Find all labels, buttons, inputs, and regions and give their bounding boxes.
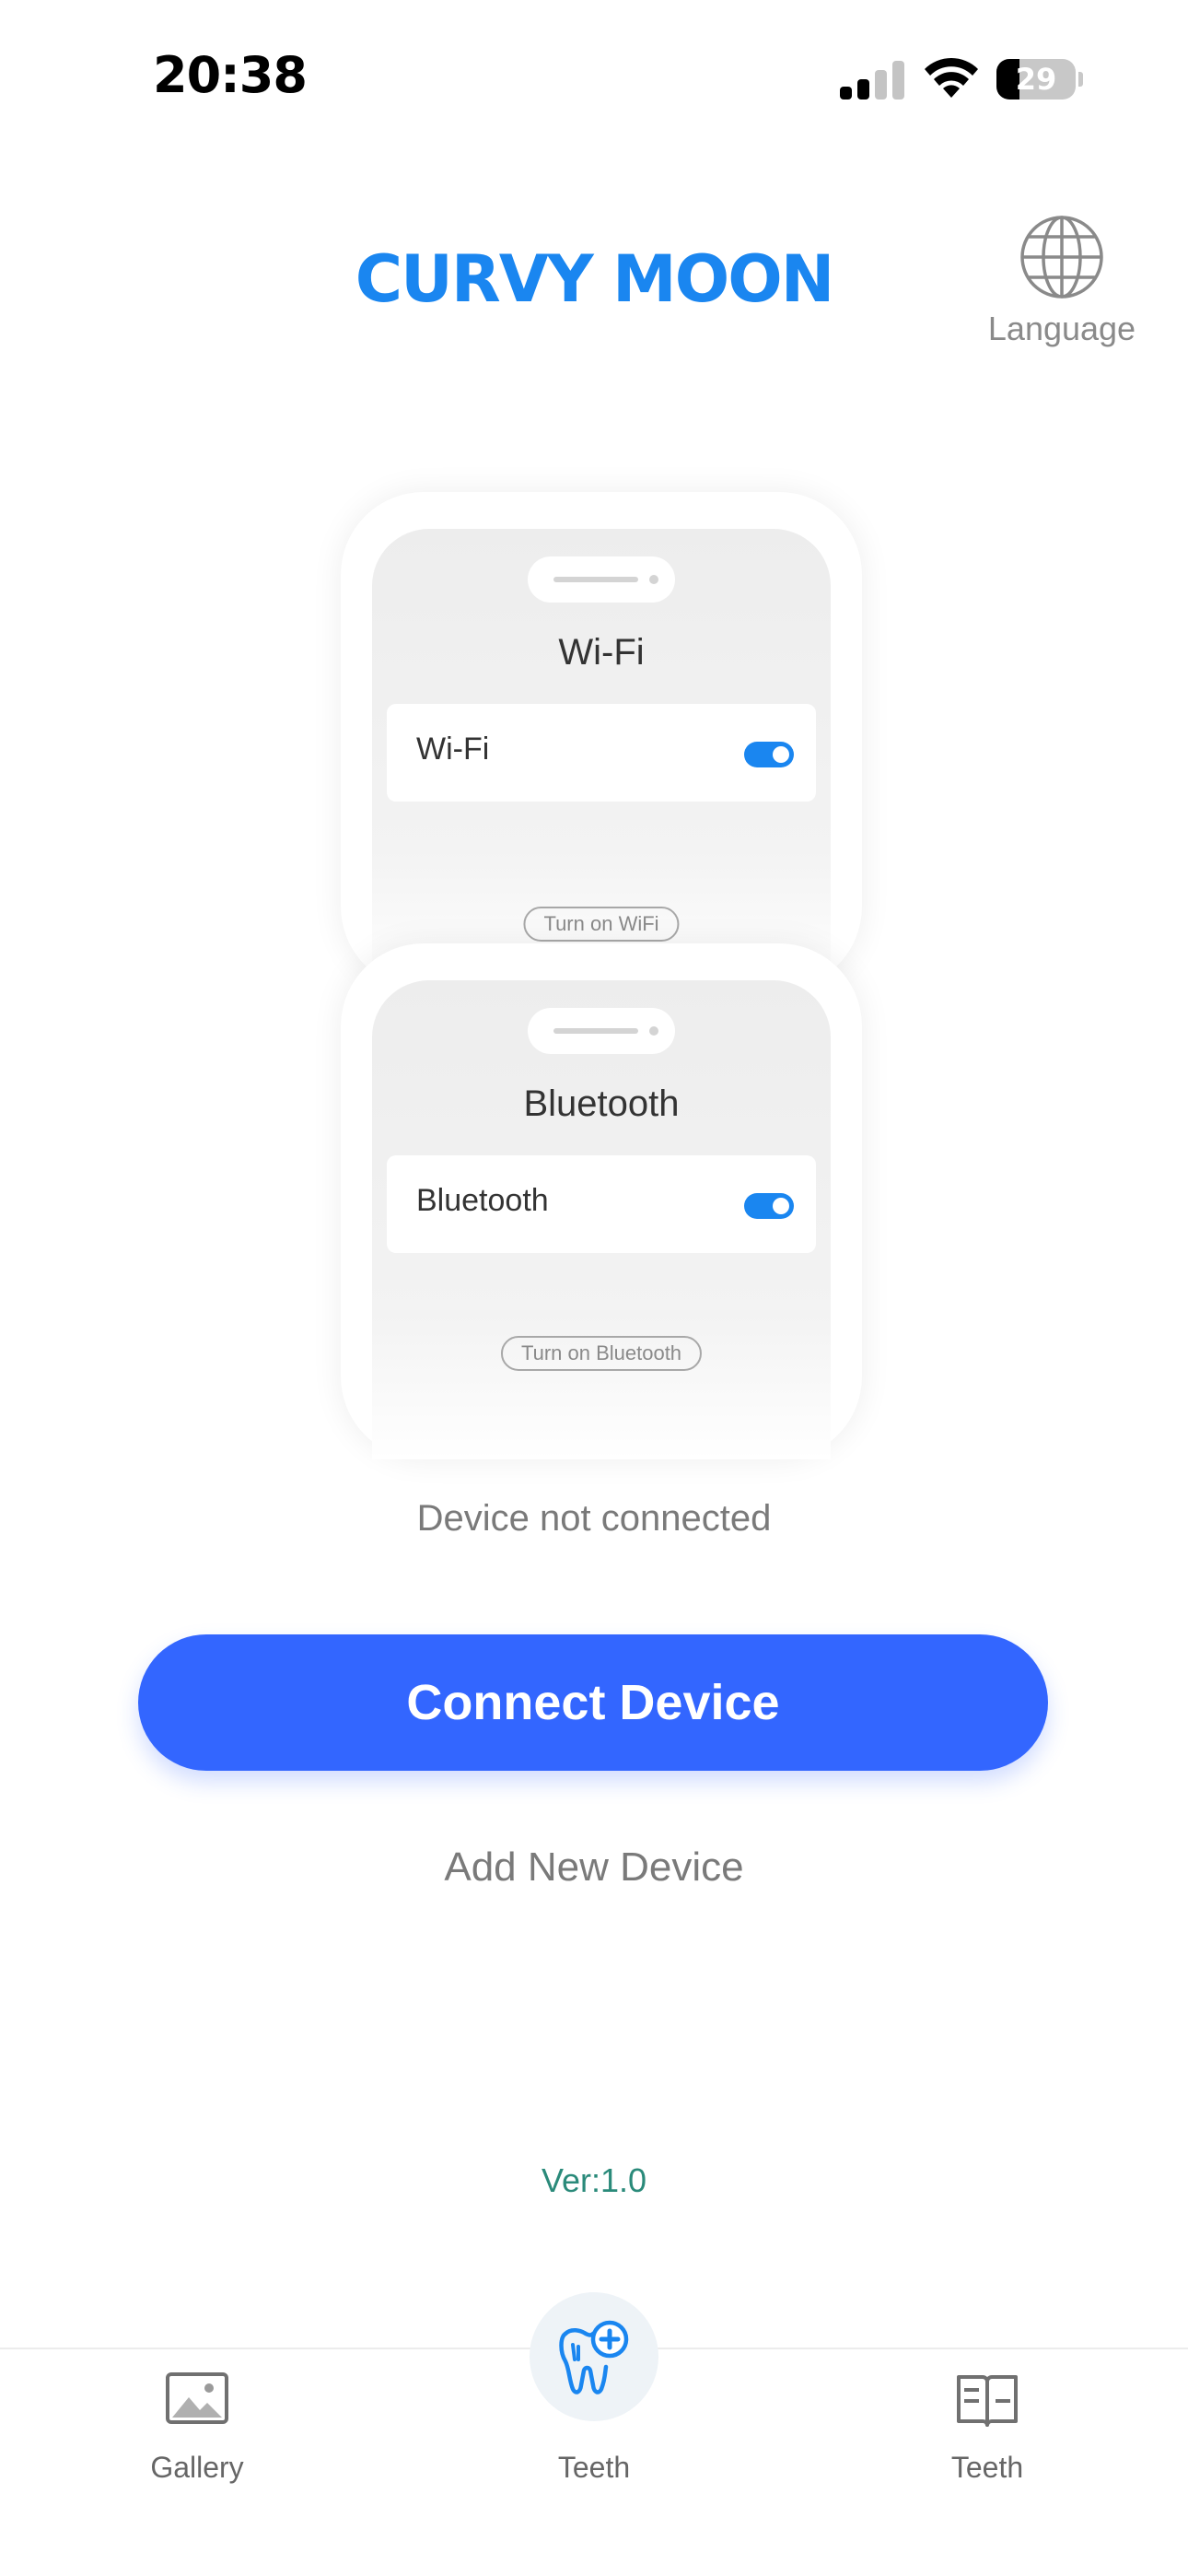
bluetooth-screen-title: Bluetooth: [523, 1083, 680, 1124]
battery-icon: 29: [996, 59, 1083, 100]
phone-screen: Bluetooth Bluetooth Turn on Bluetooth: [372, 980, 831, 1459]
wifi-screen-title: Wi-Fi: [558, 632, 645, 673]
wifi-hint-pill: Turn on WiFi: [523, 907, 680, 942]
bluetooth-toggle: [744, 1193, 794, 1219]
bluetooth-row-label: Bluetooth: [416, 1183, 549, 1218]
wifi-phone-illustration: Wi-Fi Wi-Fi Turn on WiFi: [341, 492, 862, 989]
wifi-toggle: [744, 742, 794, 767]
language-button[interactable]: Language: [974, 214, 1149, 352]
tab-teeth-book[interactable]: Teeth: [877, 2349, 1098, 2515]
teeth-tab-button[interactable]: [530, 2292, 658, 2421]
tab-gallery-label: Gallery: [150, 2451, 244, 2484]
dynamic-island: [528, 556, 675, 603]
status-time: 20:38: [153, 46, 308, 104]
version-label: Ver:1.0: [541, 2161, 647, 2199]
bluetooth-hint-pill: Turn on Bluetooth: [500, 1336, 703, 1371]
dynamic-island: [528, 1008, 675, 1054]
image-icon: [166, 2372, 228, 2424]
bluetooth-phone-illustration: Bluetooth Bluetooth Turn on Bluetooth: [341, 943, 862, 1459]
connection-status: Device not connected: [416, 1498, 772, 1539]
wifi-row-label: Wi-Fi: [416, 732, 490, 767]
app-screen: 20:38 29 CURVY MOON Language Wi-Fi Wi-Fi…: [0, 0, 1188, 2576]
tooth-plus-icon: [559, 2320, 629, 2395]
globe-icon: [1020, 216, 1103, 299]
phone-screen: Wi-Fi Wi-Fi Turn on WiFi: [372, 529, 831, 989]
tab-teeth-book-label: Teeth: [950, 2451, 1024, 2484]
cellular-signal-icon: [840, 61, 904, 100]
wifi-setting-row: Wi-Fi: [387, 704, 816, 802]
battery-level: 29: [1015, 62, 1057, 97]
book-icon: [957, 2375, 1018, 2427]
language-label: Language: [987, 310, 1136, 347]
connect-device-button[interactable]: Connect Device: [138, 1634, 1048, 1771]
bluetooth-setting-row: Bluetooth: [387, 1155, 816, 1253]
add-new-device-link[interactable]: Add New Device: [0, 1844, 1188, 1891]
wifi-icon: [925, 57, 978, 98]
tab-gallery[interactable]: Gallery: [87, 2349, 308, 2515]
tab-teeth-center-label: Teeth: [557, 2451, 631, 2484]
